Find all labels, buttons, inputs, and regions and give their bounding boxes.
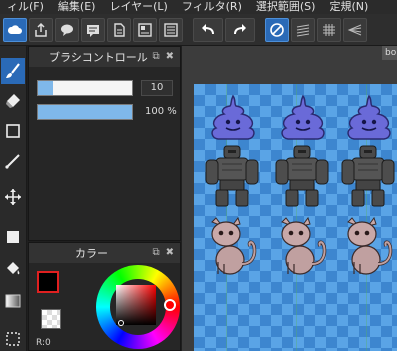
menu-layer[interactable]: レイヤー(L) [102,0,174,14]
saturation-value-square[interactable] [116,285,156,325]
cloud-icon [7,24,22,34]
drawing-canvas[interactable] [194,84,397,351]
opacity-slider-fill [38,105,132,119]
eraser-tool[interactable] [1,88,25,114]
size-slider-track[interactable] [37,80,133,96]
toolbar-separator [257,18,263,42]
menu-bar: ィル(F) 編集(E) レイヤー(L) フィルタ(R) 選択範囲(S) 定規(N… [0,0,397,14]
golem-sprite [275,145,329,207]
list-icon [164,22,178,37]
tool-strip [0,46,27,351]
share-icon [35,22,47,37]
opacity-slider-track[interactable] [37,104,133,120]
share-button[interactable] [29,17,53,42]
hue-marker[interactable] [164,299,176,311]
transparent-color-swatch[interactable] [41,309,61,329]
golem-sprite [341,145,395,207]
brush-tool[interactable] [1,58,25,84]
list-button[interactable] [159,17,183,42]
gradient-tool[interactable] [1,288,25,314]
golem-sprite [205,145,259,207]
cat-sprite [281,216,327,275]
brush-icon [6,63,20,78]
rect-select-tool[interactable] [1,118,25,144]
document-tab[interactable]: bo [382,46,397,60]
hue-wheel[interactable] [96,265,180,349]
color-panel: カラー ⧉ ✖ R:0 [28,242,181,351]
eraser-icon [6,94,20,108]
toolbar-separator [185,18,191,42]
panel-header: カラー ⧉ ✖ [29,243,180,263]
undo-icon [202,23,214,34]
move-tool[interactable] [1,184,25,210]
paint-bucket-icon [7,262,20,275]
grid-icon [323,23,335,36]
rectangle-icon [6,124,20,138]
redo-button[interactable] [225,17,255,42]
perspective-snap-button[interactable] [343,17,367,42]
cat-sprite [211,216,257,275]
sv-marker[interactable] [118,320,124,326]
slime-sprite [281,94,325,140]
line-tool[interactable] [1,148,25,174]
menu-file[interactable]: ィル(F) [0,0,51,14]
note-icon [87,24,99,37]
speech-bubble-icon [61,24,73,36]
popout-icon[interactable]: ⧉ [152,50,159,64]
bucket-tool[interactable] [1,256,25,282]
close-icon[interactable]: ✖ [166,50,174,64]
perspective-icon [347,24,362,35]
canvas-area: bo [182,46,397,351]
filled-square-icon [7,231,19,243]
menu-filter[interactable]: フィルタ(R) [175,0,249,14]
panel-header: ブラシコントロール ⧉ ✖ [29,47,180,67]
hatch-snap-button[interactable] [291,17,315,42]
panel-title: カラー [75,247,108,260]
line-icon [5,154,20,169]
brush-opacity-slider[interactable]: 100 % [37,104,177,120]
brush-control-panel: ブラシコントロール ⧉ ✖ 10 100 % [28,46,181,241]
gradient-icon [5,294,21,308]
menu-ruler[interactable]: 定規(N) [322,0,375,14]
hatch-icon [296,24,310,36]
popout-icon[interactable]: ⧉ [152,246,159,260]
menu-select[interactable]: 選択範囲(S) [249,0,323,14]
no-snap-button[interactable] [265,17,289,42]
layout-button[interactable] [133,17,157,42]
foreground-color-swatch[interactable] [37,271,59,293]
comment-button[interactable] [55,17,79,42]
size-value-field[interactable]: 10 [141,80,173,96]
redo-icon [234,23,246,34]
cat-sprite [347,216,393,275]
slime-sprite [211,94,255,140]
prohibit-icon [270,22,284,37]
brush-size-slider[interactable]: 10 [37,80,177,96]
page-icon [114,22,125,37]
page-button[interactable] [107,17,131,42]
slime-sprite [347,94,391,140]
panel-title: ブラシコントロール [49,51,148,64]
dotted-select-icon [6,332,20,346]
lasso-select-tool[interactable] [1,326,25,351]
size-slider-fill [38,81,54,95]
grid-snap-button[interactable] [317,17,341,42]
undo-button[interactable] [193,17,223,42]
layout-icon [138,22,152,37]
opacity-value: 100 % [145,106,177,117]
close-icon[interactable]: ✖ [166,246,174,260]
main-toolbar [0,14,397,46]
rgb-readout: R:0 [36,338,51,348]
move-icon [5,189,21,205]
note-button[interactable] [81,17,105,42]
fill-rect-tool[interactable] [1,224,25,250]
cloud-button[interactable] [3,17,27,42]
menu-edit[interactable]: 編集(E) [51,0,103,14]
